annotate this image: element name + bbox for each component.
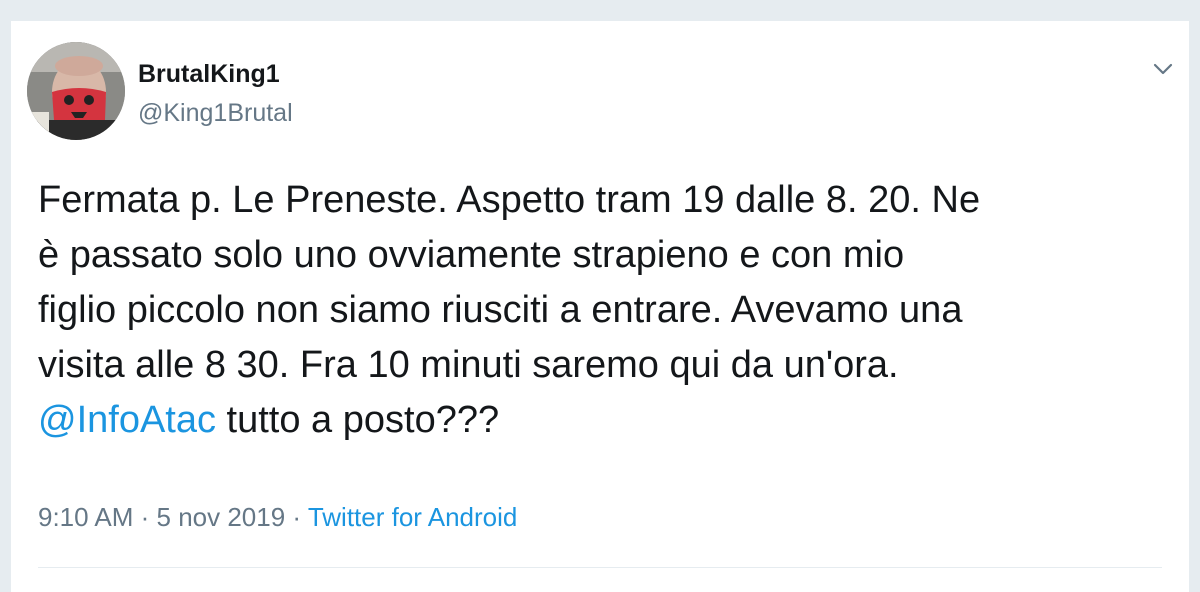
avatar[interactable] xyxy=(27,42,125,140)
tweet-date[interactable]: 5 nov 2019 xyxy=(157,502,286,532)
mention-link[interactable]: @InfoAtac xyxy=(38,399,216,441)
meta-separator: · xyxy=(285,502,308,532)
avatar-image xyxy=(27,42,125,140)
tweet-line: figlio piccolo non siamo riusciti a entr… xyxy=(38,289,963,331)
tweet-line: è passato solo uno ovviamente strapieno … xyxy=(38,234,905,276)
divider xyxy=(38,567,1162,568)
author-display-name[interactable]: BrutalKing1 xyxy=(138,60,280,89)
tweet-line: visita alle 8 30. Fra 10 minuti saremo q… xyxy=(38,344,899,386)
tweet-meta: 9:10 AM · 5 nov 2019 · Twitter for Andro… xyxy=(38,502,517,533)
chevron-down-icon[interactable] xyxy=(1149,55,1177,83)
meta-separator: · xyxy=(133,502,157,532)
tweet-time[interactable]: 9:10 AM xyxy=(38,502,133,532)
tweet-text: Fermata p. Le Preneste. Aspetto tram 19 … xyxy=(38,173,1178,448)
tweet-line: tutto a posto??? xyxy=(216,399,500,441)
author-handle[interactable]: @King1Brutal xyxy=(138,99,293,128)
tweet-card: BrutalKing1 @King1Brutal Fermata p. Le P… xyxy=(10,20,1190,592)
tweet-line: Fermata p. Le Preneste. Aspetto tram 19 … xyxy=(38,179,981,221)
tweet-source-link[interactable]: Twitter for Android xyxy=(308,502,518,532)
